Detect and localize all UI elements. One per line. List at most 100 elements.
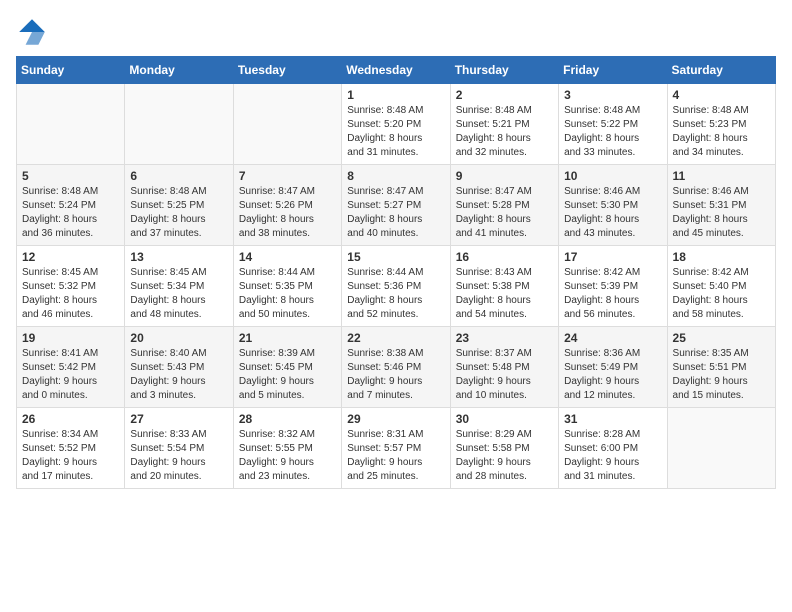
day-number: 15 xyxy=(347,250,444,264)
day-cell xyxy=(125,84,233,165)
day-cell: 10 Sunrise: 8:46 AM Sunset: 5:30 PM Dayli… xyxy=(559,165,667,246)
day-cell: 31 Sunrise: 8:28 AM Sunset: 6:00 PM Dayli… xyxy=(559,408,667,489)
day-cell: 27 Sunrise: 8:33 AM Sunset: 5:54 PM Dayli… xyxy=(125,408,233,489)
day-info: Sunrise: 8:48 AM Sunset: 5:22 PM Dayligh… xyxy=(564,104,661,160)
day-cell: 23 Sunrise: 8:37 AM Sunset: 5:48 PM Dayli… xyxy=(450,327,558,408)
day-number: 7 xyxy=(239,169,336,183)
day-info: Sunrise: 8:32 AM Sunset: 5:55 PM Dayligh… xyxy=(239,428,336,484)
day-number: 4 xyxy=(673,88,770,102)
week-row-1: 1 Sunrise: 8:48 AM Sunset: 5:20 PM Daylig… xyxy=(17,84,776,165)
day-cell: 17Sunrise: 8:42 AM Sunset: 5:39 PM Dayli… xyxy=(559,246,667,327)
day-cell: 11 Sunrise: 8:46 AM Sunset: 5:31 PM Dayli… xyxy=(667,165,775,246)
day-info: Sunrise: 8:48 AM Sunset: 5:20 PM Dayligh… xyxy=(347,104,444,160)
day-cell xyxy=(17,84,125,165)
day-cell: 9Sunrise: 8:47 AM Sunset: 5:28 PM Daylig… xyxy=(450,165,558,246)
day-cell: 6 Sunrise: 8:48 AM Sunset: 5:25 PM Daylig… xyxy=(125,165,233,246)
day-info: Sunrise: 8:46 AM Sunset: 5:31 PM Dayligh… xyxy=(673,185,770,241)
day-number: 1 xyxy=(347,88,444,102)
day-number: 25 xyxy=(673,331,770,345)
day-cell: 15 Sunrise: 8:44 AM Sunset: 5:36 PM Dayli… xyxy=(342,246,450,327)
day-cell: 26Sunrise: 8:34 AM Sunset: 5:52 PM Dayli… xyxy=(17,408,125,489)
day-info: Sunrise: 8:44 AM Sunset: 5:36 PM Dayligh… xyxy=(347,266,444,322)
day-number: 8 xyxy=(347,169,444,183)
day-cell: 25 Sunrise: 8:35 AM Sunset: 5:51 PM Dayli… xyxy=(667,327,775,408)
day-number: 5 xyxy=(22,169,119,183)
day-number: 19 xyxy=(22,331,119,345)
day-number: 3 xyxy=(564,88,661,102)
day-number: 26 xyxy=(22,412,119,426)
weekday-header-friday: Friday xyxy=(559,57,667,84)
day-info: Sunrise: 8:37 AM Sunset: 5:48 PM Dayligh… xyxy=(456,347,553,403)
weekday-header-monday: Monday xyxy=(125,57,233,84)
day-number: 14 xyxy=(239,250,336,264)
day-info: Sunrise: 8:31 AM Sunset: 5:57 PM Dayligh… xyxy=(347,428,444,484)
day-number: 6 xyxy=(130,169,227,183)
day-cell: 19 Sunrise: 8:41 AM Sunset: 5:42 PM Dayli… xyxy=(17,327,125,408)
day-number: 10 xyxy=(564,169,661,183)
day-info: Sunrise: 8:45 AM Sunset: 5:34 PM Dayligh… xyxy=(130,266,227,322)
day-number: 11 xyxy=(673,169,770,183)
day-cell xyxy=(233,84,341,165)
day-number: 30 xyxy=(456,412,553,426)
day-number: 29 xyxy=(347,412,444,426)
day-info: Sunrise: 8:48 AM Sunset: 5:21 PM Dayligh… xyxy=(456,104,553,160)
day-info: Sunrise: 8:40 AM Sunset: 5:43 PM Dayligh… xyxy=(130,347,227,403)
day-info: Sunrise: 8:48 AM Sunset: 5:24 PM Dayligh… xyxy=(22,185,119,241)
day-cell: 4 Sunrise: 8:48 AM Sunset: 5:23 PM Daylig… xyxy=(667,84,775,165)
day-info: Sunrise: 8:38 AM Sunset: 5:46 PM Dayligh… xyxy=(347,347,444,403)
day-cell: 3 Sunrise: 8:48 AM Sunset: 5:22 PM Daylig… xyxy=(559,84,667,165)
weekday-header-tuesday: Tuesday xyxy=(233,57,341,84)
day-cell: 1 Sunrise: 8:48 AM Sunset: 5:20 PM Daylig… xyxy=(342,84,450,165)
weekday-header-sunday: Sunday xyxy=(17,57,125,84)
day-info: Sunrise: 8:35 AM Sunset: 5:51 PM Dayligh… xyxy=(673,347,770,403)
day-info: Sunrise: 8:48 AM Sunset: 5:25 PM Dayligh… xyxy=(130,185,227,241)
calendar-table: SundayMondayTuesdayWednesdayThursdayFrid… xyxy=(16,56,776,489)
day-info: Sunrise: 8:47 AM Sunset: 5:28 PM Dayligh… xyxy=(456,185,553,241)
weekday-header-wednesday: Wednesday xyxy=(342,57,450,84)
day-number: 22 xyxy=(347,331,444,345)
week-row-3: 12 Sunrise: 8:45 AM Sunset: 5:32 PM Dayli… xyxy=(17,246,776,327)
day-number: 23 xyxy=(456,331,553,345)
day-info: Sunrise: 8:42 AM Sunset: 5:39 PM Dayligh… xyxy=(564,266,661,322)
day-info: Sunrise: 8:43 AM Sunset: 5:38 PM Dayligh… xyxy=(456,266,553,322)
day-number: 24 xyxy=(564,331,661,345)
week-row-4: 19 Sunrise: 8:41 AM Sunset: 5:42 PM Dayli… xyxy=(17,327,776,408)
day-info: Sunrise: 8:47 AM Sunset: 5:27 PM Dayligh… xyxy=(347,185,444,241)
weekday-header-thursday: Thursday xyxy=(450,57,558,84)
weekday-header-row: SundayMondayTuesdayWednesdayThursdayFrid… xyxy=(17,57,776,84)
week-row-5: 26Sunrise: 8:34 AM Sunset: 5:52 PM Dayli… xyxy=(17,408,776,489)
day-number: 31 xyxy=(564,412,661,426)
day-info: Sunrise: 8:46 AM Sunset: 5:30 PM Dayligh… xyxy=(564,185,661,241)
day-info: Sunrise: 8:42 AM Sunset: 5:40 PM Dayligh… xyxy=(673,266,770,322)
day-cell: 24 Sunrise: 8:36 AM Sunset: 5:49 PM Dayli… xyxy=(559,327,667,408)
day-number: 13 xyxy=(130,250,227,264)
logo-icon xyxy=(16,16,48,48)
day-info: Sunrise: 8:47 AM Sunset: 5:26 PM Dayligh… xyxy=(239,185,336,241)
day-cell: 16Sunrise: 8:43 AM Sunset: 5:38 PM Dayli… xyxy=(450,246,558,327)
day-info: Sunrise: 8:36 AM Sunset: 5:49 PM Dayligh… xyxy=(564,347,661,403)
day-info: Sunrise: 8:41 AM Sunset: 5:42 PM Dayligh… xyxy=(22,347,119,403)
day-number: 2 xyxy=(456,88,553,102)
day-info: Sunrise: 8:39 AM Sunset: 5:45 PM Dayligh… xyxy=(239,347,336,403)
day-cell: 21 Sunrise: 8:39 AM Sunset: 5:45 PM Dayli… xyxy=(233,327,341,408)
day-number: 21 xyxy=(239,331,336,345)
day-number: 18 xyxy=(673,250,770,264)
day-cell: 8 Sunrise: 8:47 AM Sunset: 5:27 PM Daylig… xyxy=(342,165,450,246)
day-number: 20 xyxy=(130,331,227,345)
day-cell xyxy=(667,408,775,489)
day-info: Sunrise: 8:29 AM Sunset: 5:58 PM Dayligh… xyxy=(456,428,553,484)
week-row-2: 5 Sunrise: 8:48 AM Sunset: 5:24 PM Daylig… xyxy=(17,165,776,246)
day-number: 12 xyxy=(22,250,119,264)
page-header xyxy=(16,16,776,48)
weekday-header-saturday: Saturday xyxy=(667,57,775,84)
day-cell: 29 Sunrise: 8:31 AM Sunset: 5:57 PM Dayli… xyxy=(342,408,450,489)
day-number: 27 xyxy=(130,412,227,426)
day-info: Sunrise: 8:33 AM Sunset: 5:54 PM Dayligh… xyxy=(130,428,227,484)
logo xyxy=(16,16,52,48)
day-cell: 12 Sunrise: 8:45 AM Sunset: 5:32 PM Dayli… xyxy=(17,246,125,327)
day-cell: 20 Sunrise: 8:40 AM Sunset: 5:43 PM Dayli… xyxy=(125,327,233,408)
day-cell: 13 Sunrise: 8:45 AM Sunset: 5:34 PM Dayli… xyxy=(125,246,233,327)
day-info: Sunrise: 8:48 AM Sunset: 5:23 PM Dayligh… xyxy=(673,104,770,160)
day-info: Sunrise: 8:28 AM Sunset: 6:00 PM Dayligh… xyxy=(564,428,661,484)
day-info: Sunrise: 8:45 AM Sunset: 5:32 PM Dayligh… xyxy=(22,266,119,322)
